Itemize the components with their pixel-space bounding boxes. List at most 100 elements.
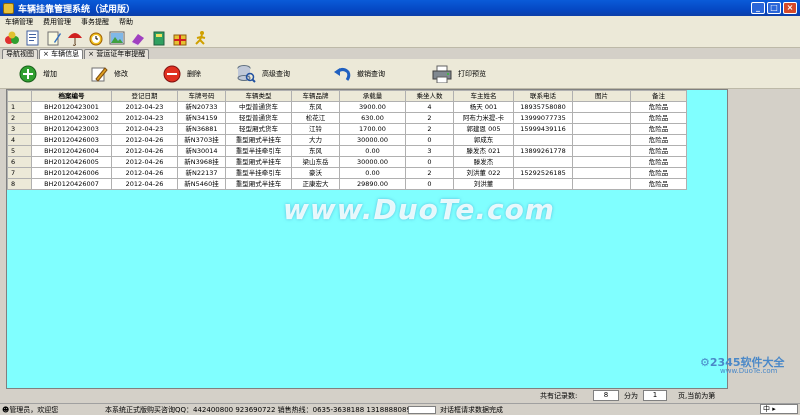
column-header[interactable]: 图片 [572, 90, 631, 102]
table-cell[interactable]: 2 [405, 167, 454, 179]
menu-expense-management[interactable]: 费用管理 [38, 17, 76, 27]
table-cell[interactable]: 危险品 [630, 145, 687, 157]
table-cell[interactable]: 3900.00 [339, 101, 406, 113]
table-cell[interactable]: 危险品 [630, 101, 687, 113]
table-row[interactable]: 6 BH20120426005 2012-04-26 新N3968挂 重型厢式半挂车 梁山… [7, 156, 687, 168]
table-cell[interactable]: 东风 [291, 145, 340, 157]
table-cell[interactable]: 大力 [291, 134, 340, 146]
table-cell[interactable]: 13899261778 [513, 145, 573, 157]
books-icon[interactable] [129, 29, 147, 46]
table-cell[interactable]: 刘洪董 022 [453, 167, 514, 179]
table-cell[interactable] [513, 178, 573, 190]
table-cell[interactable]: 30000.00 [339, 156, 406, 168]
table-cell[interactable]: 新N3703挂 [177, 134, 226, 146]
table-cell[interactable]: 2012-04-26 [111, 156, 178, 168]
table-cell[interactable]: 2012-04-26 [111, 134, 178, 146]
table-cell[interactable]: 新N20733 [177, 101, 226, 113]
table-cell[interactable]: 新N5460挂 [177, 178, 226, 190]
column-header[interactable]: 车主姓名 [453, 90, 514, 102]
table-cell[interactable]: BH20120426003 [31, 134, 112, 146]
tab-license-reminder[interactable]: × 营运证年审提醒 [84, 49, 150, 59]
table-row[interactable]: 2 BH20120423002 2012-04-23 新N34159 轻型普通货车 松花江… [7, 112, 687, 124]
tab-vehicle-info[interactable]: × 车辆信息 [39, 49, 84, 59]
umbrella-icon[interactable] [66, 29, 84, 46]
table-cell[interactable] [572, 145, 631, 157]
column-header[interactable]: 登记日期 [111, 90, 178, 102]
tab-close-icon[interactable]: × [88, 50, 94, 58]
table-cell[interactable] [572, 134, 631, 146]
table-cell[interactable]: 阿布力米提-卡 [453, 112, 514, 124]
table-cell[interactable]: 梁山东岳 [291, 156, 340, 168]
menu-reminders[interactable]: 事务提醒 [76, 17, 114, 27]
table-cell[interactable]: 29890.00 [339, 178, 406, 190]
table-cell[interactable] [572, 123, 631, 135]
column-header[interactable]: 乘坐人数 [405, 90, 454, 102]
add-button[interactable]: 增加 [19, 63, 57, 85]
table-cell[interactable]: 0 [405, 178, 454, 190]
column-header[interactable]: 备注 [630, 90, 687, 102]
advanced-search-button[interactable]: 高级查询 [236, 63, 290, 85]
table-cell[interactable]: BH20120426006 [31, 167, 112, 179]
table-cell[interactable]: 松花江 [291, 112, 340, 124]
print-preview-button[interactable]: 打印预览 [432, 63, 486, 85]
table-cell[interactable]: 2 [405, 112, 454, 124]
table-cell[interactable]: BH20120426007 [31, 178, 112, 190]
table-cell[interactable]: 新N22137 [177, 167, 226, 179]
table-cell[interactable] [513, 134, 573, 146]
table-cell[interactable]: 东风 [291, 101, 340, 113]
minimize-button[interactable]: _ [751, 2, 765, 14]
table-cell[interactable]: 江铃 [291, 123, 340, 135]
table-cell[interactable]: 2012-04-23 [111, 123, 178, 135]
table-cell[interactable] [513, 156, 573, 168]
maximize-button[interactable]: □ [767, 2, 781, 14]
table-cell[interactable]: 重型半挂牵引车 [225, 145, 292, 157]
table-cell[interactable]: 新N3968挂 [177, 156, 226, 168]
table-cell[interactable] [572, 101, 631, 113]
table-cell[interactable]: 危险品 [630, 123, 687, 135]
table-cell[interactable]: 2 [405, 123, 454, 135]
table-cell[interactable]: 中型普通货车 [225, 101, 292, 113]
table-cell[interactable]: 13999077735 [513, 112, 573, 124]
table-cell[interactable]: 0 [405, 134, 454, 146]
table-cell[interactable]: BH20120423001 [31, 101, 112, 113]
table-cell[interactable]: 滕发杰 021 [453, 145, 514, 157]
table-row[interactable]: 3 BH20120423003 2012-04-23 新N36881 轻型厢式货车 江铃 1… [7, 123, 687, 135]
column-header[interactable]: 联系电话 [513, 90, 573, 102]
tab-close-icon[interactable]: × [43, 50, 49, 58]
table-cell[interactable]: 0.00 [339, 167, 406, 179]
running-man-icon[interactable] [192, 29, 210, 46]
table-cell[interactable]: 郭成东 [453, 134, 514, 146]
table-cell[interactable] [572, 112, 631, 124]
table-cell[interactable]: BH20120426005 [31, 156, 112, 168]
table-cell[interactable]: 1700.00 [339, 123, 406, 135]
table-cell[interactable]: 0.00 [339, 145, 406, 157]
table-cell[interactable]: 4 [405, 101, 454, 113]
alarm-clock-icon[interactable] [87, 29, 105, 46]
table-cell[interactable]: 0 [405, 156, 454, 168]
gift-icon[interactable] [171, 29, 189, 46]
table-cell[interactable]: 30000.00 [339, 134, 406, 146]
table-cell[interactable]: 新N36881 [177, 123, 226, 135]
table-cell[interactable]: 重型厢式半挂车 [225, 178, 292, 190]
column-header[interactable]: 车辆品牌 [291, 90, 340, 102]
rgb-circles-icon[interactable] [3, 29, 21, 46]
table-cell[interactable]: 正康宏大 [291, 178, 340, 190]
table-cell[interactable] [572, 167, 631, 179]
table-cell[interactable]: BH20120423003 [31, 123, 112, 135]
column-header[interactable]: 承载量 [339, 90, 406, 102]
table-cell[interactable]: 2012-04-23 [111, 112, 178, 124]
undo-search-button[interactable]: 撤销查询 [333, 63, 385, 85]
table-row[interactable]: 1 BH20120423001 2012-04-23 新N20733 中型普通货车 东风 3… [7, 101, 687, 113]
table-row[interactable]: 8 BH20120426007 2012-04-26 新N5460挂 重型厢式半挂车 正康… [7, 178, 687, 190]
table-cell[interactable]: 新N34159 [177, 112, 226, 124]
edit-icon[interactable] [45, 29, 63, 46]
table-cell[interactable]: 重型半挂牵引车 [225, 167, 292, 179]
table-cell[interactable]: 重型厢式半挂车 [225, 156, 292, 168]
table-row[interactable]: 7 BH20120426006 2012-04-26 新N22137 重型半挂牵引车 豪沃… [7, 167, 687, 179]
column-header[interactable]: 车牌号码 [177, 90, 226, 102]
table-cell[interactable]: 危险品 [630, 178, 687, 190]
table-cell[interactable] [572, 178, 631, 190]
table-cell[interactable] [572, 156, 631, 168]
column-header[interactable]: 车辆类型 [225, 90, 292, 102]
delete-button[interactable]: 删除 [163, 63, 201, 85]
